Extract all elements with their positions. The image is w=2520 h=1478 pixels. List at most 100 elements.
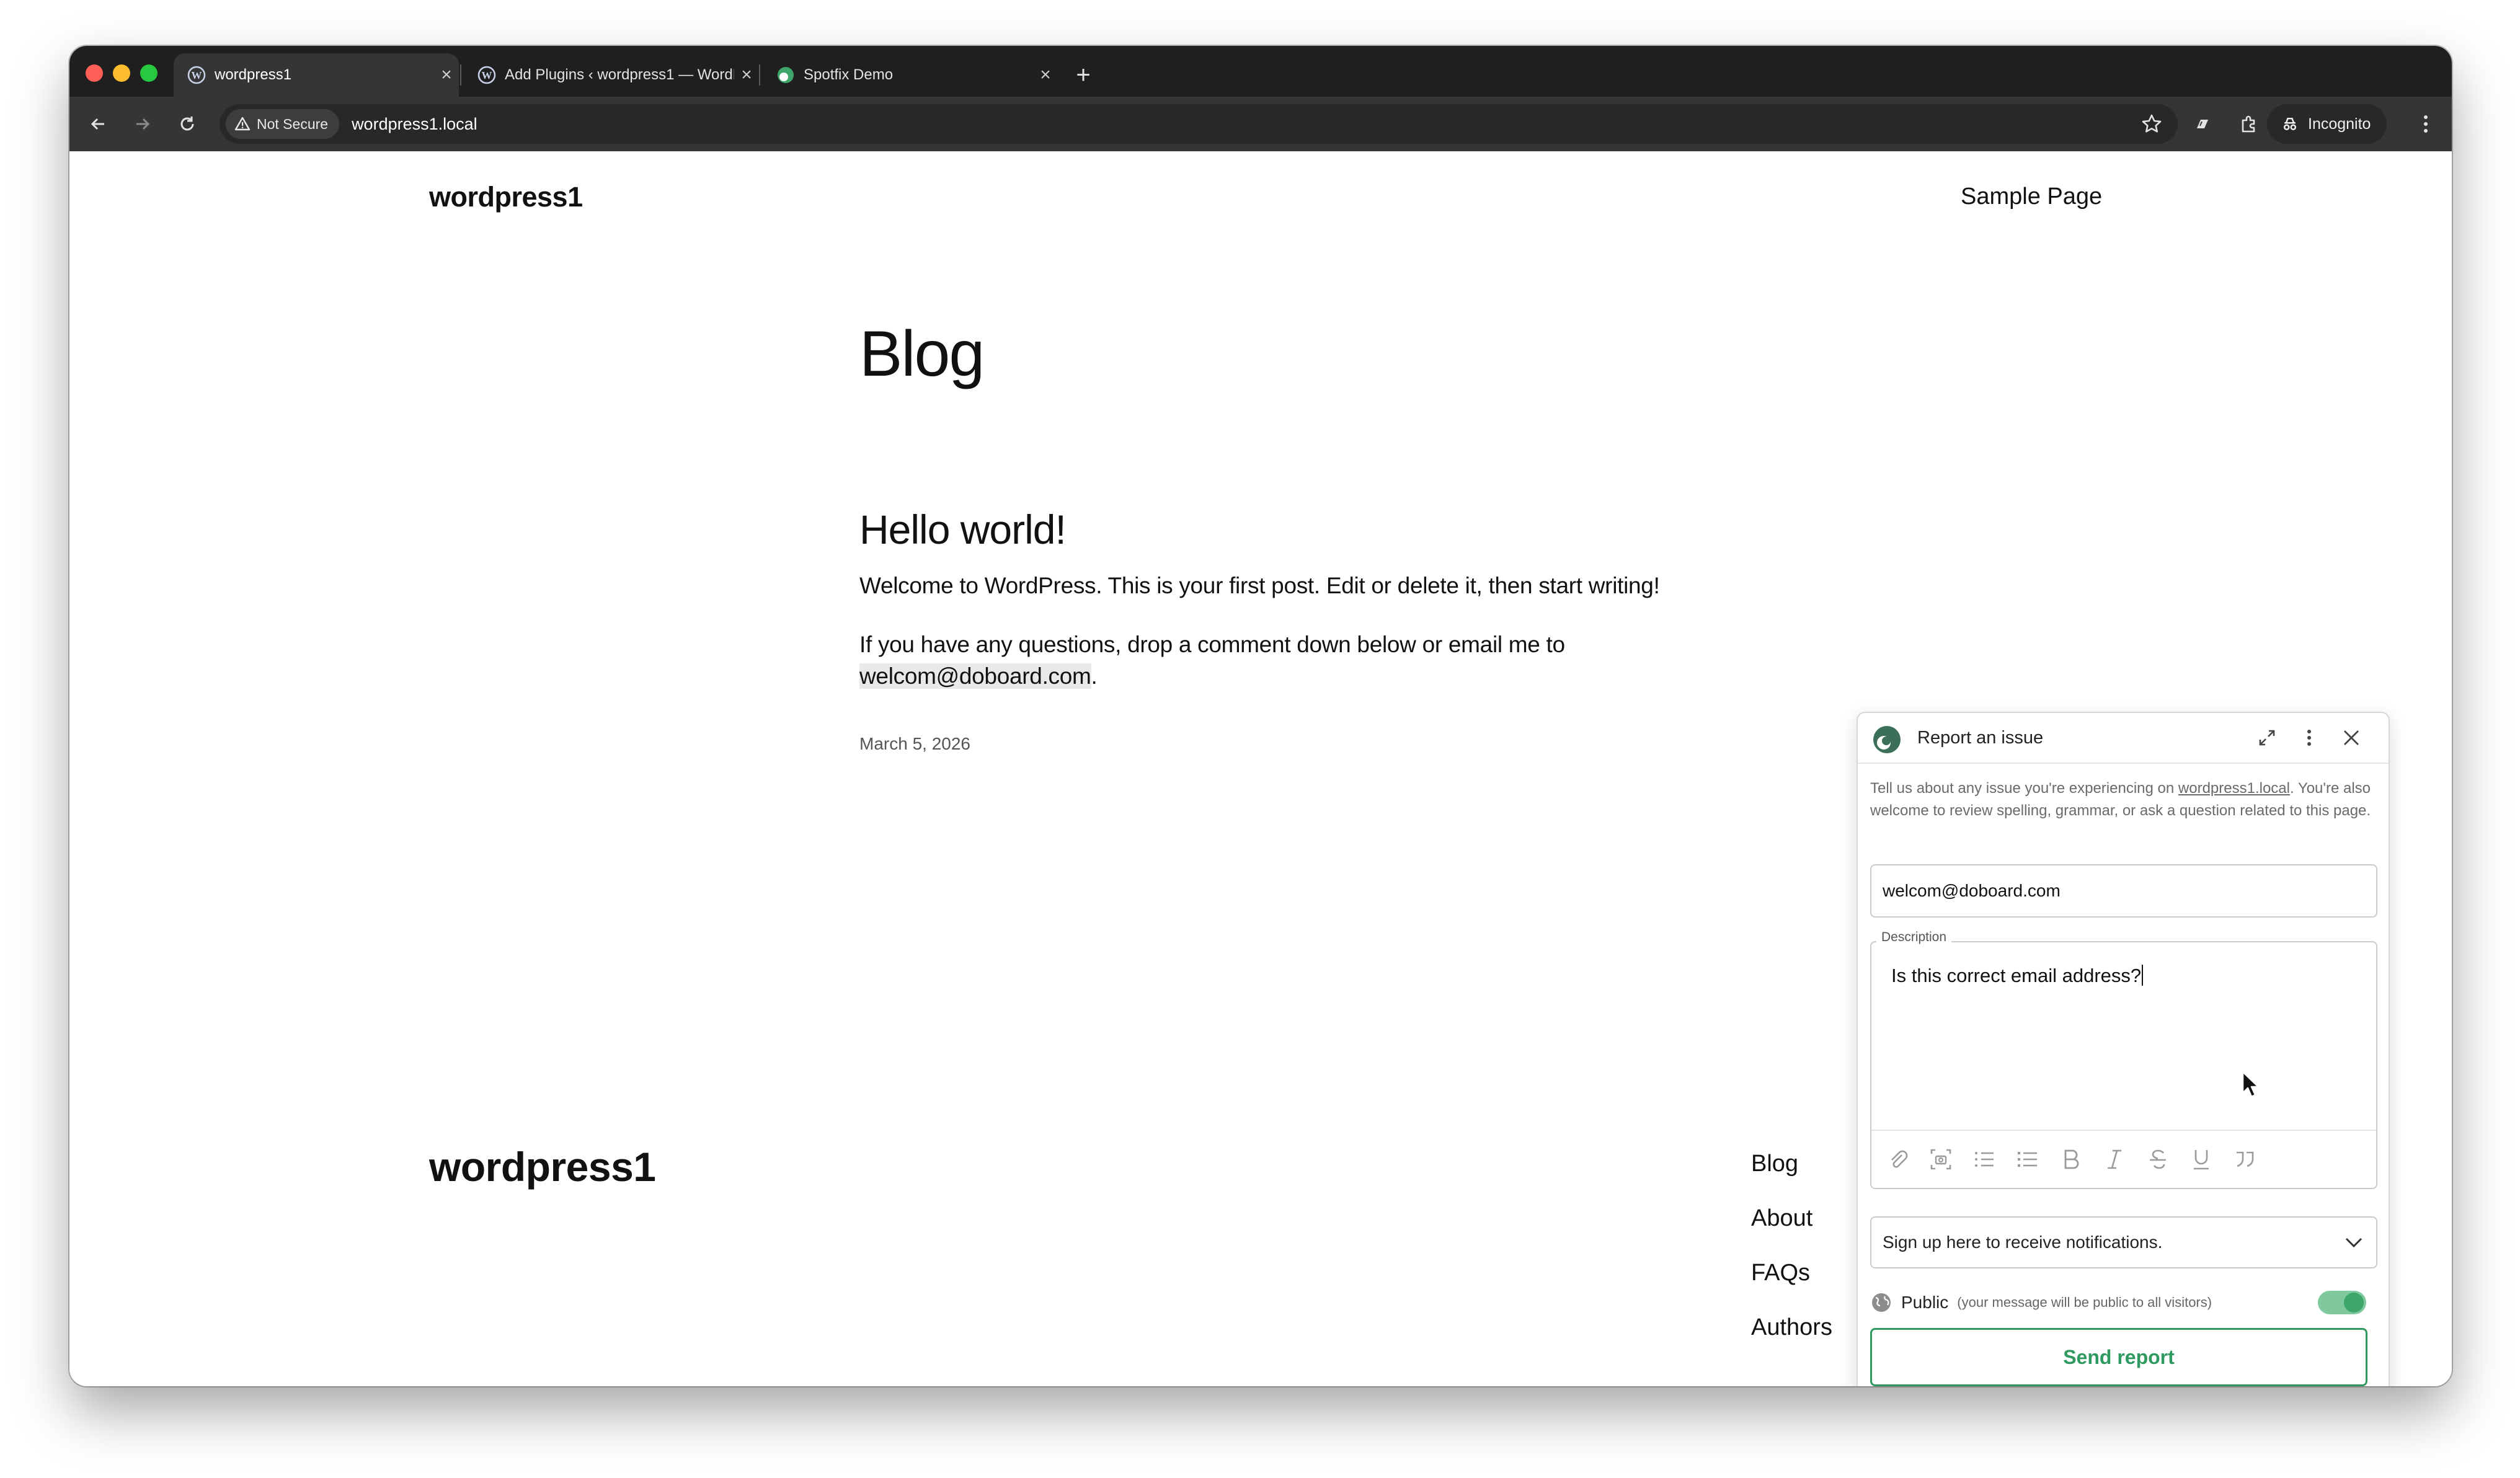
forward-button[interactable]	[126, 108, 159, 140]
new-tab-button[interactable]: +	[1068, 60, 1099, 91]
wordpress-icon: W	[187, 66, 206, 84]
footer-link-authors[interactable]: Authors	[1751, 1314, 1832, 1341]
extension-button[interactable]	[2188, 109, 2217, 139]
close-tab-icon[interactable]: ×	[734, 64, 759, 86]
ordered-list-icon	[1975, 1152, 1994, 1167]
url-text[interactable]: wordpress1.local	[352, 115, 477, 134]
tab-separator	[759, 64, 760, 86]
tab-spotfix-demo[interactable]: Spotfix Demo ×	[763, 53, 1058, 97]
tab-separator	[460, 64, 461, 86]
wordpress-icon: W	[477, 66, 496, 84]
more-vertical-icon	[2307, 730, 2311, 746]
public-row: Public (your message will be public to a…	[1870, 1287, 2377, 1318]
post-paragraph: Welcome to WordPress. This is your first…	[859, 573, 1660, 598]
close-tab-icon[interactable]: ×	[434, 64, 459, 86]
widget-title: Report an issue	[1917, 728, 2044, 748]
text-caret	[2142, 965, 2144, 986]
spotfix-icon	[778, 67, 794, 83]
incognito-icon	[2283, 117, 2297, 131]
strikethrough-icon	[2150, 1149, 2166, 1169]
web-page: wordpress1 Sample Page Blog Hello world!…	[69, 151, 2452, 1386]
spotfix-icon	[1873, 726, 1901, 753]
widget-header: Report an issue	[1858, 713, 2389, 764]
report-issue-widget: Report an issue Tell us about any issue …	[1857, 712, 2390, 1386]
paragraph-text: .	[1091, 663, 1098, 689]
footer-link-faqs[interactable]: FAQs	[1751, 1260, 1810, 1286]
underline-icon	[2194, 1150, 2209, 1170]
description-value: Is this correct email address?	[1891, 965, 2142, 986]
minimize-window-button[interactable]	[113, 64, 130, 82]
reload-button[interactable]	[171, 108, 203, 140]
close-icon	[2344, 730, 2359, 745]
close-window-button[interactable]	[86, 64, 103, 82]
send-report-button[interactable]: Send report	[1870, 1328, 2367, 1386]
extensions-menu-button[interactable]	[2234, 109, 2263, 139]
site-security-chip[interactable]: Not Secure	[226, 109, 340, 139]
security-label: Not Secure	[257, 115, 329, 132]
footer-site-title[interactable]: wordpress1	[429, 1143, 656, 1190]
nav-sample-page[interactable]: Sample Page	[1961, 184, 2102, 210]
puzzle-icon	[2242, 115, 2255, 133]
tab-add-plugins[interactable]: W Add Plugins ‹ wordpress1 — WordPress ×	[464, 53, 759, 97]
bullet-list-icon	[2018, 1152, 2037, 1167]
tab-title: wordpress1	[215, 66, 292, 83]
description-label: Description	[1876, 930, 1952, 945]
public-hint: (your message will be public to all visi…	[1957, 1294, 2212, 1310]
footer-link-about[interactable]: About	[1751, 1205, 1812, 1232]
widget-menu-button[interactable]	[2296, 724, 2323, 751]
description-text[interactable]: Is this correct email address?	[1891, 965, 2144, 987]
bookmark-button[interactable]	[2138, 110, 2165, 138]
warning-icon	[234, 117, 251, 131]
post-title[interactable]: Hello world!	[859, 506, 1067, 553]
close-widget-button[interactable]	[2338, 724, 2365, 751]
expand-button[interactable]	[2253, 724, 2281, 751]
incognito-profile-button[interactable]: Incognito	[2267, 104, 2387, 144]
email-field[interactable]: welcom@doboard.com	[1870, 864, 2377, 918]
bold-icon	[2064, 1149, 2079, 1169]
close-tab-icon[interactable]: ×	[1033, 64, 1058, 86]
post-paragraph: If you have any questions, drop a commen…	[859, 629, 1604, 692]
paragraph-text: If you have any questions, drop a commen…	[859, 632, 1565, 657]
back-button[interactable]	[82, 108, 114, 140]
address-bar[interactable]: Not Secure wordpress1.local	[220, 104, 2178, 144]
extension-icon	[2197, 120, 2208, 128]
screenshot-icon	[1930, 1149, 1951, 1170]
widget-intro: Tell us about any issue you're experienc…	[1870, 777, 2379, 822]
bullet-list-button[interactable]	[2012, 1143, 2044, 1175]
email-link[interactable]: welcom@doboard.com	[859, 663, 1091, 689]
browser-menu-button[interactable]	[2411, 109, 2441, 139]
strikethrough-button[interactable]	[2142, 1143, 2174, 1175]
more-vertical-icon	[2424, 115, 2428, 133]
ordered-list-button[interactable]	[1968, 1143, 2000, 1175]
underline-button[interactable]	[2185, 1143, 2217, 1175]
intro-site-link[interactable]: wordpress1.local	[2178, 780, 2290, 797]
star-icon	[2142, 114, 2162, 133]
intro-text: Tell us about any issue you're experienc…	[1870, 780, 2178, 797]
page-title: Blog	[859, 318, 985, 390]
bold-button[interactable]	[2055, 1143, 2087, 1175]
notifications-select[interactable]: Sign up here to receive notifications.	[1870, 1216, 2377, 1268]
footer-link-blog[interactable]: Blog	[1751, 1151, 1798, 1177]
tab-wordpress1[interactable]: W wordpress1 ×	[174, 53, 459, 97]
zoom-window-button[interactable]	[140, 64, 158, 82]
post-date: March 5, 2026	[859, 734, 970, 753]
formatting-toolbar	[1871, 1130, 2376, 1189]
expand-icon	[2259, 730, 2275, 746]
tab-title: Add Plugins ‹ wordpress1 — WordPress	[505, 66, 734, 83]
quote-button[interactable]	[2229, 1143, 2261, 1175]
tab-title: Spotfix Demo	[804, 66, 894, 83]
notifications-placeholder: Sign up here to receive notifications.	[1883, 1232, 2163, 1252]
italic-icon	[2108, 1149, 2121, 1169]
tab-strip: W wordpress1 × W Add Plugins ‹ wordpress…	[69, 46, 2452, 97]
mouse-pointer-icon	[2242, 1071, 2260, 1098]
italic-button[interactable]	[2098, 1143, 2131, 1175]
attach-file-button[interactable]	[1881, 1143, 1914, 1175]
screenshot-button[interactable]	[1925, 1143, 1957, 1175]
browser-window: W wordpress1 × W Add Plugins ‹ wordpress…	[69, 46, 2452, 1386]
public-toggle[interactable]	[2318, 1291, 2366, 1314]
toggle-knob	[2344, 1293, 2364, 1312]
paperclip-icon	[1891, 1150, 1908, 1168]
site-title[interactable]: wordpress1	[429, 181, 583, 213]
public-label: Public	[1901, 1293, 1949, 1312]
chevron-down-icon	[2345, 1237, 2362, 1248]
